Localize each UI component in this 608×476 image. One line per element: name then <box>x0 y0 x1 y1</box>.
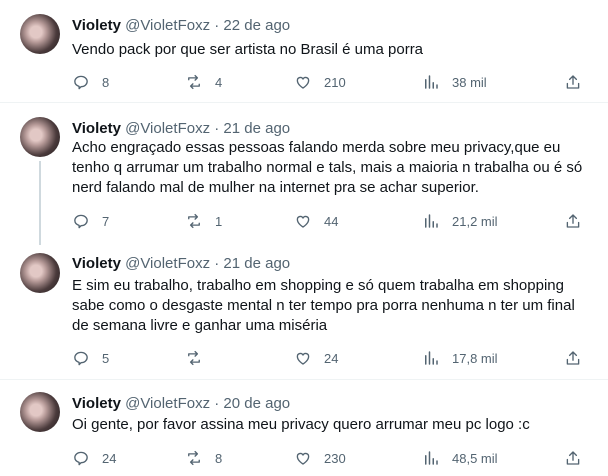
retweet-icon <box>188 350 200 366</box>
avatar[interactable] <box>20 253 60 293</box>
tweet-header: Violety @VioletFoxz · 20 de ago <box>72 394 290 414</box>
share-button[interactable] <box>564 448 582 468</box>
views-count: 48,5 mil <box>452 450 498 466</box>
like-button[interactable]: 24 <box>294 348 338 368</box>
retweet-icon <box>188 74 200 90</box>
author-handle[interactable]: @VioletFoxz <box>125 120 210 137</box>
avatar[interactable] <box>20 392 60 432</box>
tweet-feed: Violety @VioletFoxz · 22 de ago Vendo pa… <box>0 0 608 476</box>
retweet-button[interactable] <box>185 348 215 368</box>
views-icon <box>425 214 438 228</box>
dot-separator: · <box>214 17 220 34</box>
tweet-date[interactable]: 21 de ago <box>223 120 290 137</box>
tweet-text: Acho engraçado essas pessoas falando mer… <box>72 139 583 196</box>
views-count: 38 mil <box>452 74 487 90</box>
like-button[interactable]: 44 <box>294 211 338 231</box>
retweet-button[interactable]: 1 <box>185 211 222 231</box>
like-button[interactable]: 230 <box>294 448 346 468</box>
author-handle[interactable]: @VioletFoxz <box>125 395 210 412</box>
views-button[interactable]: 48,5 mil <box>422 448 498 468</box>
views-button[interactable]: 21,2 mil <box>422 211 498 231</box>
reply-button[interactable]: 24 <box>72 448 116 468</box>
like-icon <box>296 215 310 228</box>
like-icon <box>296 352 310 365</box>
reply-count: 5 <box>102 350 110 366</box>
dot-separator: · <box>214 255 220 272</box>
like-count: 210 <box>324 74 346 90</box>
dot-separator: · <box>214 395 220 412</box>
tweet-date[interactable]: 20 de ago <box>223 395 290 412</box>
share-icon <box>566 75 580 89</box>
views-icon <box>425 75 438 89</box>
tweet-header: Violety @VioletFoxz · 22 de ago <box>72 16 290 36</box>
like-count: 44 <box>324 213 339 229</box>
retweet-icon <box>188 450 200 466</box>
reply-count: 7 <box>102 213 110 229</box>
tweet-date[interactable]: 22 de ago <box>223 17 290 34</box>
avatar[interactable] <box>20 117 60 157</box>
like-button[interactable]: 210 <box>294 72 346 92</box>
author-name[interactable]: Violety <box>72 120 121 137</box>
reply-icon <box>74 75 88 90</box>
tweet-header: Violety @VioletFoxz · 21 de ago <box>72 254 290 274</box>
author-handle[interactable]: @VioletFoxz <box>125 255 210 272</box>
like-count: 230 <box>324 450 346 466</box>
retweet-count: 8 <box>215 450 223 466</box>
tweet[interactable]: Violety @VioletFoxz · 21 de ago E sim eu… <box>0 245 608 378</box>
views-icon <box>425 351 438 365</box>
share-button[interactable] <box>564 348 582 368</box>
tweet-text: E sim eu trabalho, trabalho em shopping … <box>72 277 575 334</box>
like-icon <box>296 452 310 465</box>
reply-icon <box>74 451 88 466</box>
dot-separator: · <box>214 120 220 137</box>
retweet-count: 1 <box>215 213 223 229</box>
retweet-button[interactable]: 8 <box>185 448 222 468</box>
views-button[interactable]: 17,8 mil <box>422 348 498 368</box>
reply-button[interactable]: 7 <box>72 211 109 231</box>
tweet-text: Oi gente, por favor assina meu privacy q… <box>72 416 530 433</box>
action-bar: 8 4 210 38 mil <box>72 72 592 92</box>
reply-icon <box>74 214 88 229</box>
share-button[interactable] <box>564 72 582 92</box>
share-icon <box>566 351 580 365</box>
like-count: 24 <box>324 350 339 366</box>
author-name[interactable]: Violety <box>72 395 121 412</box>
share-icon <box>566 214 580 228</box>
tweet-date[interactable]: 21 de ago <box>223 255 290 272</box>
like-icon <box>296 76 310 89</box>
views-count: 21,2 mil <box>452 213 498 229</box>
avatar[interactable] <box>20 14 60 54</box>
reply-button[interactable]: 5 <box>72 348 109 368</box>
action-bar: 5 24 17,8 mil <box>72 348 592 368</box>
share-icon <box>566 451 580 465</box>
action-bar: 24 8 230 48,5 mil <box>72 448 592 468</box>
views-button[interactable]: 38 mil <box>422 72 487 92</box>
author-name[interactable]: Violety <box>72 17 121 34</box>
thread-line <box>39 161 41 245</box>
tweet[interactable]: Violety @VioletFoxz · 20 de ago Oi gente… <box>0 380 608 476</box>
views-count: 17,8 mil <box>452 350 498 366</box>
reply-count: 24 <box>102 450 117 466</box>
retweet-button[interactable]: 4 <box>185 72 222 92</box>
retweet-icon <box>188 213 200 229</box>
reply-icon <box>74 351 88 366</box>
reply-count: 8 <box>102 74 110 90</box>
views-icon <box>425 451 438 465</box>
action-bar: 7 1 44 21,2 mil <box>72 211 592 231</box>
retweet-count: 4 <box>215 74 223 90</box>
reply-button[interactable]: 8 <box>72 72 109 92</box>
share-button[interactable] <box>564 211 582 231</box>
author-name[interactable]: Violety <box>72 255 121 272</box>
tweet[interactable]: Violety @VioletFoxz · 21 de ago Acho eng… <box>0 103 608 245</box>
tweet[interactable]: Violety @VioletFoxz · 22 de ago Vendo pa… <box>0 0 608 102</box>
tweet-text: Vendo pack por que ser artista no Brasil… <box>72 41 424 58</box>
tweet-header: Violety @VioletFoxz · 21 de ago <box>72 119 290 139</box>
author-handle[interactable]: @VioletFoxz <box>125 17 210 34</box>
